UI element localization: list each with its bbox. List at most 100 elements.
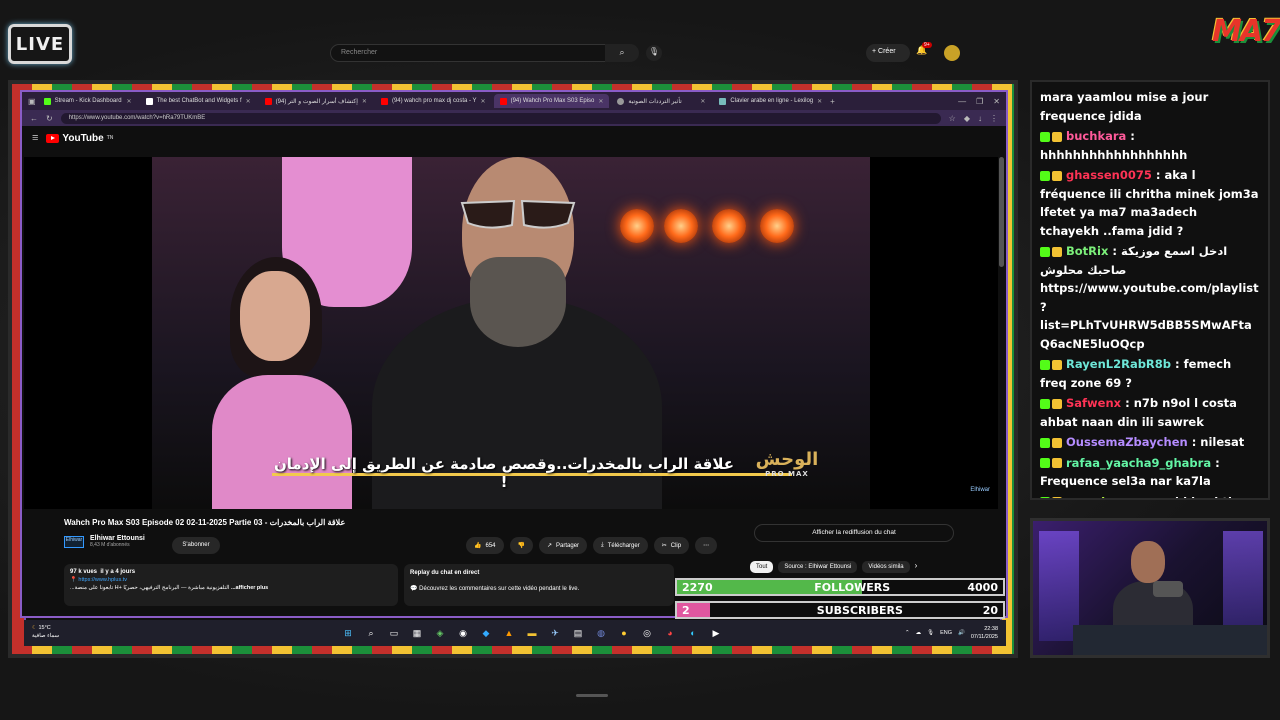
- close-icon[interactable]: ✕: [362, 98, 367, 105]
- task-view-icon[interactable]: ▭: [386, 625, 402, 641]
- scrollbar[interactable]: [999, 157, 1004, 267]
- chat-username[interactable]: ghassen0075: [1066, 168, 1152, 182]
- browser-menu-icon[interactable]: ▣: [28, 97, 36, 106]
- app-icon[interactable]: ◉: [455, 625, 471, 641]
- obs-icon[interactable]: ◎: [639, 625, 655, 641]
- app-icon[interactable]: ◈: [432, 625, 448, 641]
- chip-source[interactable]: Source : Elhiwar Ettounsi: [778, 561, 858, 573]
- clock[interactable]: 22:38 07/11/2025: [971, 625, 998, 641]
- download-button[interactable]: ⤓ Télécharger: [593, 537, 648, 554]
- discord-icon[interactable]: ◍: [593, 625, 609, 641]
- voice-search-button[interactable]: 🎙: [646, 45, 662, 61]
- chip-similar[interactable]: Vidéos simila: [862, 561, 910, 573]
- chevron-up-icon[interactable]: ⌃: [905, 630, 910, 636]
- share-button[interactable]: ↗ Partager: [538, 537, 588, 554]
- followers-goal-bar: 2270 FOLLOWERS 4000: [675, 578, 1005, 596]
- restore-icon[interactable]: ❐: [976, 97, 983, 106]
- youtube-logo[interactable]: YouTube TN: [46, 133, 113, 144]
- description-link[interactable]: https://www.hplus.tv: [78, 577, 127, 583]
- drag-handle[interactable]: [576, 694, 608, 697]
- chat-username[interactable]: rafaa_yaacha9_ghabra: [1066, 456, 1211, 470]
- back-icon[interactable]: ←: [30, 114, 38, 123]
- windows-start-icon[interactable]: ⊞: [340, 625, 356, 641]
- extensions-icon[interactable]: ◆: [964, 114, 970, 123]
- kick-badge-icon: [1040, 437, 1050, 448]
- app-icon[interactable]: ◆: [478, 625, 494, 641]
- search-button[interactable]: ⌕: [605, 44, 639, 62]
- app-icon[interactable]: ✈: [547, 625, 563, 641]
- widgets-icon[interactable]: ▦: [409, 625, 425, 641]
- tab-youtube-active[interactable]: (94) Wahch Pro Max S03 Episo ✕: [493, 94, 610, 108]
- weather-widget[interactable]: ☾ 15°C سماء صافية: [32, 624, 59, 640]
- followers-current: 2270: [682, 580, 713, 594]
- channel-name[interactable]: Elhiwar Ettounsi: [90, 535, 145, 542]
- tab-youtube-1[interactable]: (94) إكتشاف أسرار الصوت و التر ✕: [259, 94, 373, 108]
- volume-icon[interactable]: 🔊: [958, 630, 965, 636]
- chat-message: BotRix : ادخل اسمع موزيكة صاحبك محلوش ht…: [1040, 244, 1259, 351]
- beard: [470, 257, 566, 347]
- search-input[interactable]: Rechercher: [330, 44, 620, 62]
- edge-icon[interactable]: ◐: [685, 625, 701, 641]
- close-icon[interactable]: ✕: [246, 98, 251, 105]
- search-icon[interactable]: ⌕: [363, 625, 379, 641]
- tab-lexilogos[interactable]: Clavier arabe en ligne - Lexilog ✕: [713, 94, 828, 108]
- language-indicator[interactable]: ENG: [940, 630, 952, 636]
- file-explorer-icon[interactable]: ▬: [524, 625, 540, 641]
- download-icon[interactable]: ↓: [978, 114, 982, 123]
- app-icon[interactable]: ●: [616, 625, 632, 641]
- like-button[interactable]: 👍 654: [466, 537, 504, 554]
- microphone-icon[interactable]: 🎙: [927, 630, 934, 636]
- chevron-right-icon[interactable]: ›: [915, 561, 918, 573]
- tab-botrix[interactable]: The best ChatBot and Widgets f ✕: [140, 94, 257, 108]
- more-menu-icon[interactable]: ⋮: [990, 114, 998, 123]
- more-actions-button[interactable]: ⋯: [695, 537, 718, 554]
- close-window-icon[interactable]: ✕: [993, 97, 1000, 106]
- chrome-icon[interactable]: ◕: [662, 625, 678, 641]
- hamburger-menu-icon[interactable]: ≡: [32, 132, 38, 144]
- subscriber-badge-icon: [1052, 170, 1062, 181]
- lexilogos-icon: [719, 97, 727, 105]
- chip-all[interactable]: Tout: [750, 561, 774, 573]
- chat-username[interactable]: Safwenx: [1066, 396, 1121, 410]
- chat-username[interactable]: buchkara: [1066, 129, 1126, 143]
- chat-username[interactable]: BotRix: [1066, 244, 1108, 258]
- cloud-icon[interactable]: ☁: [916, 630, 922, 636]
- new-tab-icon[interactable]: +: [830, 97, 835, 106]
- tab-frequencies[interactable]: تأثير الترددات الصوتية ✕: [611, 94, 711, 108]
- kick-badge-icon: [1040, 458, 1050, 468]
- url-input[interactable]: https://www.youtube.com/watch?v=hRa79TUK…: [60, 112, 941, 124]
- youtube-country-code: TN: [106, 135, 114, 141]
- app-icon[interactable]: ▤: [570, 625, 586, 641]
- show-more-link[interactable]: ...afficher plus: [231, 585, 268, 591]
- show-chat-replay-button[interactable]: Afficher la rediffusion du chat: [754, 524, 954, 542]
- stream-chat-panel: mara yaamlou mise a jour frequence jdida…: [1030, 80, 1270, 500]
- channel-watermark: Elhiwar: [970, 487, 990, 493]
- channel-avatar[interactable]: Elhiwar: [64, 535, 84, 548]
- close-icon[interactable]: ✕: [127, 98, 132, 105]
- minimize-icon[interactable]: —: [958, 97, 966, 106]
- video-player[interactable]: الوحش PRO MAX علاقة الراب بالمخدرات..وقصص…: [24, 157, 998, 509]
- media-player-icon[interactable]: ▶: [708, 625, 724, 641]
- close-icon[interactable]: ✕: [481, 98, 486, 105]
- moon-icon: ☾: [32, 625, 37, 631]
- star-icon[interactable]: ☆: [949, 114, 956, 123]
- tab-kick-dashboard[interactable]: Stream - Kick Dashboard ✕: [38, 94, 138, 108]
- close-icon[interactable]: ✕: [817, 98, 822, 105]
- tab-youtube-2[interactable]: (94) wahch pro max dj costa - Y ✕: [375, 94, 492, 108]
- avatar[interactable]: [944, 45, 960, 61]
- chat-username[interactable]: uzendayoo: [1066, 495, 1136, 499]
- video-description[interactable]: 97 k vues il y a 4 jours 📍 https://www.h…: [64, 564, 398, 606]
- subscribe-button[interactable]: S'abonner: [172, 537, 220, 554]
- chat-username[interactable]: OussemaZbaychen: [1066, 435, 1188, 449]
- close-icon[interactable]: ✕: [598, 98, 603, 105]
- notifications-button[interactable]: 🔔 9+: [916, 42, 932, 56]
- youtube-play-icon: [46, 133, 60, 143]
- dislike-button[interactable]: 👎: [509, 537, 533, 554]
- clip-button[interactable]: ✂ Clip: [653, 537, 690, 554]
- create-button[interactable]: + Créer: [866, 44, 910, 62]
- create-label: Créer: [878, 48, 896, 55]
- reload-icon[interactable]: ↻: [46, 114, 53, 123]
- close-icon[interactable]: ✕: [700, 98, 705, 105]
- chat-username[interactable]: RayenL2RabR8b: [1066, 357, 1171, 371]
- app-icon[interactable]: ▲: [501, 625, 517, 641]
